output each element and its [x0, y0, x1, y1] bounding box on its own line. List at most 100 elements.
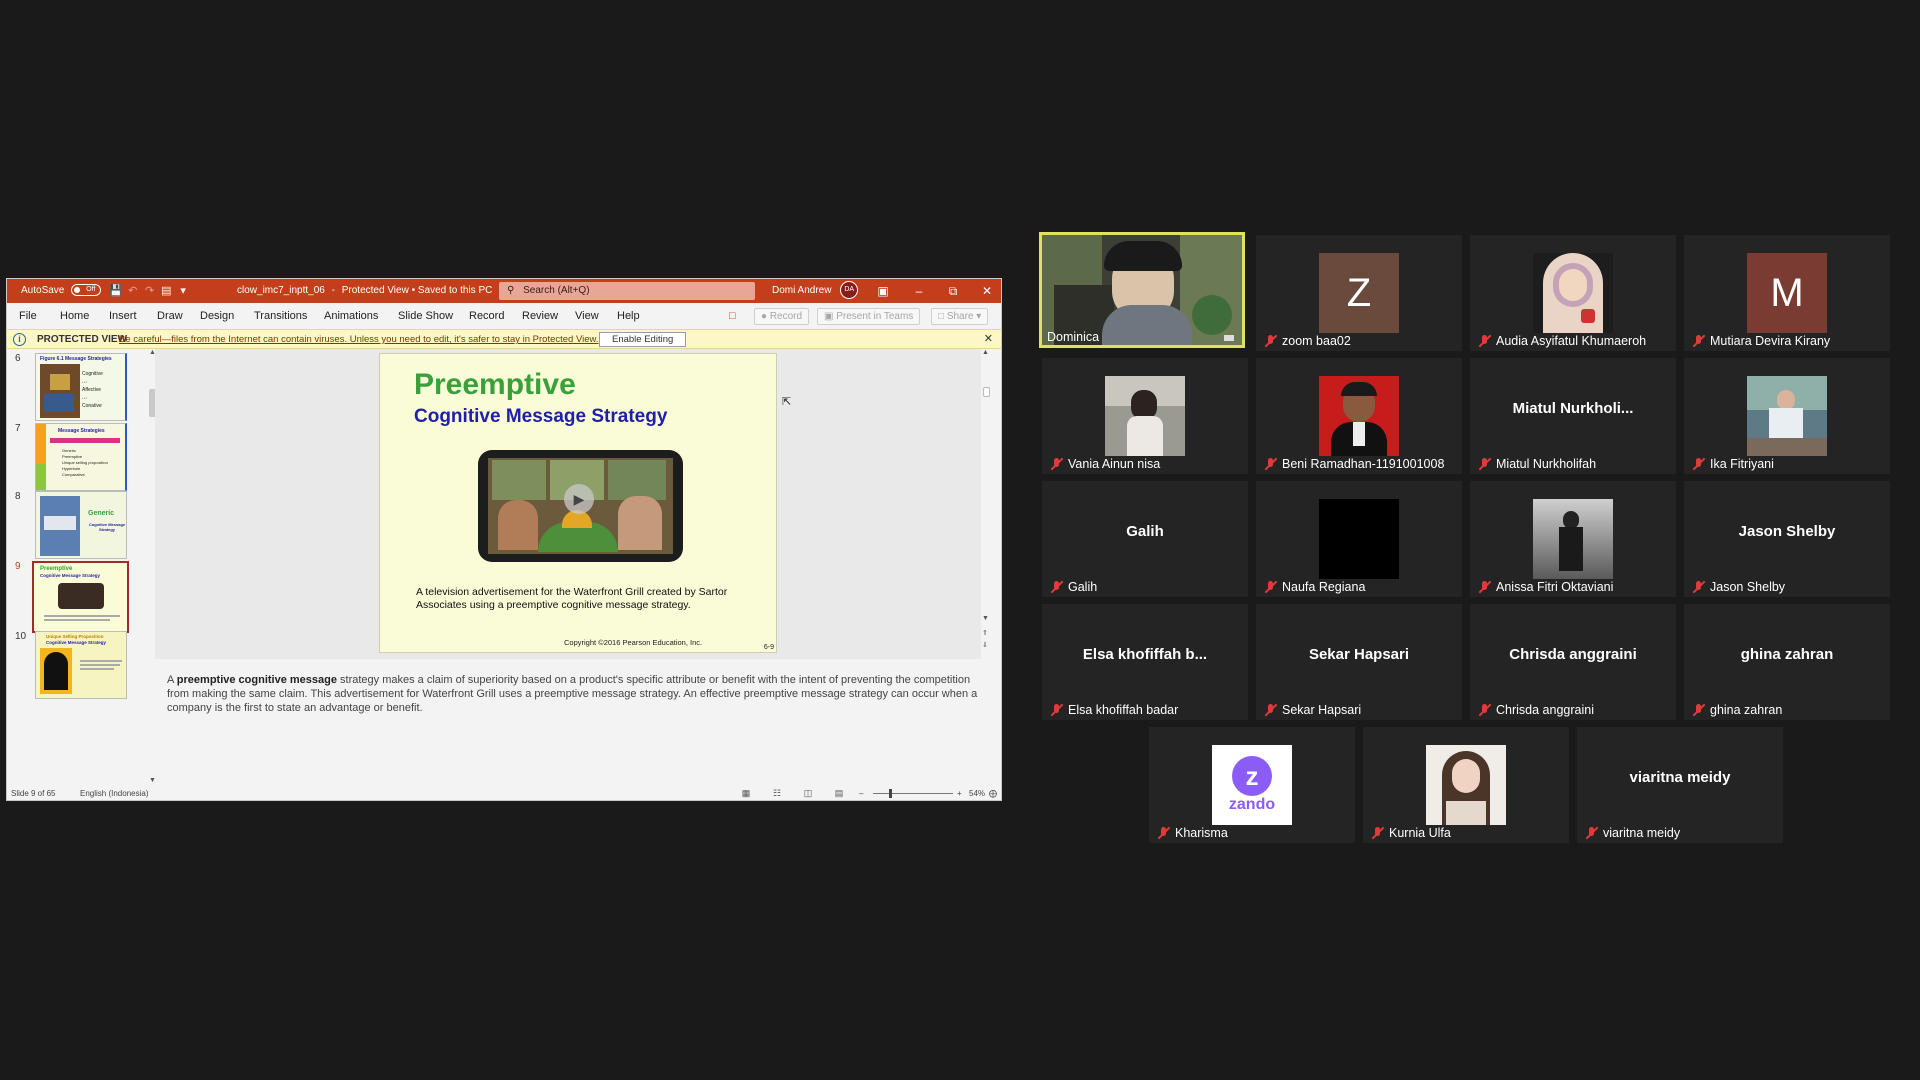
redo-icon[interactable]: ↷ — [143, 279, 157, 303]
fit-slide-icon[interactable]: ⨁ — [989, 785, 997, 800]
tab-insert[interactable]: Insert — [109, 303, 137, 329]
search-box[interactable]: ⚲ Search (Alt+Q) — [499, 282, 755, 300]
slide-sorter-icon[interactable]: ☷ — [770, 788, 784, 799]
slide-thumbnails-pane: 6 Figure 6.1 Message Strategies Cognitiv… — [7, 349, 157, 785]
tab-animations[interactable]: Animations — [324, 303, 378, 329]
enable-editing-button[interactable]: Enable Editing — [599, 332, 687, 347]
zoom-slider-knob[interactable] — [889, 789, 892, 798]
speaker-notes[interactable]: A preemptive cognitive message strategy … — [155, 667, 991, 785]
normal-view-icon[interactable]: ▦ — [739, 788, 753, 799]
participant-tile[interactable]: Z zoom baa02 — [1256, 235, 1462, 351]
mic-muted-icon — [1050, 457, 1064, 471]
tab-home[interactable]: Home — [60, 303, 89, 329]
participant-tile[interactable]: Anissa Fitri Oktaviani — [1470, 481, 1676, 597]
tab-transitions[interactable]: Transitions — [254, 303, 307, 329]
tab-draw[interactable]: Draw — [157, 303, 183, 329]
zoom-slider[interactable] — [873, 793, 953, 794]
participant-name: ghina zahran — [1692, 701, 1782, 718]
next-slide-icon[interactable]: ⇓ — [982, 641, 988, 649]
mic-muted-icon — [1264, 334, 1278, 348]
thumbnail-image: Preemptive Cognitive Message Strategy — [32, 561, 129, 633]
comments-icon[interactable]: □ — [729, 303, 736, 329]
thumbnail-image: Unique Selling Proposition Cognitive Mes… — [35, 631, 127, 699]
participant-tile[interactable]: Naufa Regiana — [1256, 481, 1462, 597]
participant-tile[interactable]: M Mutiara Devira Kirany — [1684, 235, 1890, 351]
participant-name: Ika Fitriyani — [1692, 455, 1774, 472]
present-in-teams-button[interactable]: ▣ Present in Teams — [817, 308, 921, 325]
participant-tile[interactable]: Jason Shelby Jason Shelby — [1684, 481, 1890, 597]
ribbon-display-icon[interactable]: ▣ — [867, 279, 899, 303]
title-bar: AutoSave Off 💾 ↶ ↷ ▤ ▾ clow_imc7_inptt_0… — [7, 279, 1001, 303]
participant-tile[interactable]: z zando Kharisma — [1149, 727, 1355, 843]
scroll-up-icon[interactable]: ▲ — [982, 349, 989, 356]
undo-icon[interactable]: ↶ — [126, 279, 140, 303]
save-icon[interactable]: 💾 — [109, 279, 123, 303]
slide-thumbnail[interactable]: 10 Unique Selling Proposition Cognitive … — [7, 631, 137, 703]
slide-thumbnail[interactable]: 6 Figure 6.1 Message Strategies Cognitiv… — [7, 353, 137, 425]
restore-icon[interactable]: ⧉ — [937, 279, 969, 303]
slide-thumbnail[interactable]: 7 Message Strategies Generic Preemptive … — [7, 423, 137, 495]
participant-tile[interactable]: ghina zahran ghina zahran — [1684, 604, 1890, 720]
participant-photo — [1533, 253, 1613, 333]
search-placeholder: Search (Alt+Q) — [523, 285, 590, 296]
minimize-icon[interactable]: – — [903, 279, 935, 303]
participant-tile[interactable]: Miatul Nurkholi... Miatul Nurkholifah — [1470, 358, 1676, 474]
zoom-out-icon[interactable]: – — [859, 785, 863, 800]
mouse-cursor-icon: ⇱ — [782, 396, 792, 408]
close-icon[interactable]: ✕ — [984, 330, 993, 349]
autosave-control[interactable]: AutoSave Off — [21, 279, 102, 303]
tab-design[interactable]: Design — [200, 303, 234, 329]
mic-muted-icon — [1264, 457, 1278, 471]
mic-muted-icon — [1264, 580, 1278, 594]
zoom-level[interactable]: 54% — [969, 785, 985, 800]
participant-tile[interactable]: Chrisda anggraini Chrisda anggraini — [1470, 604, 1676, 720]
participant-name: Jason Shelby — [1692, 578, 1785, 595]
account[interactable]: Domi Andrew DA — [772, 279, 859, 303]
participant-tile[interactable]: Audia Asyifatul Khumaeroh — [1470, 235, 1676, 351]
autosave-toggle[interactable]: Off — [71, 284, 102, 297]
language-indicator[interactable]: English (Indonesia) — [80, 785, 148, 800]
tab-view[interactable]: View — [575, 303, 599, 329]
tab-help[interactable]: Help — [617, 303, 640, 329]
record-button[interactable]: ● Record — [754, 308, 810, 325]
share-button[interactable]: □ Share ▾ — [931, 308, 989, 325]
participant-tile[interactable]: viaritna meidy viaritna meidy — [1577, 727, 1783, 843]
user-avatar[interactable]: DA — [840, 281, 859, 300]
close-icon[interactable]: ✕ — [971, 279, 1001, 303]
protected-view-message[interactable]: Be careful—files from the Internet can c… — [119, 330, 599, 349]
participant-tile[interactable]: Kurnia Ulfa — [1363, 727, 1569, 843]
slide-number: 10 — [15, 631, 27, 642]
tab-slide-show[interactable]: Slide Show — [398, 303, 453, 329]
slideshow-view-icon[interactable]: ▤ — [832, 788, 846, 799]
participant-tile[interactable]: Sekar Hapsari Sekar Hapsari — [1256, 604, 1462, 720]
slide-scrollbar[interactable]: ▲ ▼ ⇑ ⇓ — [981, 349, 991, 659]
participant-tile[interactable]: Galih Galih — [1042, 481, 1248, 597]
play-icon[interactable]: ▶ — [564, 484, 594, 514]
notes-bold-term: preemptive cognitive message — [176, 674, 337, 686]
tab-file[interactable]: File — [19, 303, 37, 329]
present-from-start-icon[interactable]: ▤ — [159, 279, 173, 303]
participant-tile[interactable]: Beni Ramadhan-1191001008 — [1256, 358, 1462, 474]
shield-icon: i — [13, 333, 26, 346]
customize-toolbar-icon[interactable]: ▾ — [176, 279, 190, 303]
previous-slide-icon[interactable]: ⇑ — [982, 629, 988, 637]
participant-tile[interactable]: Ika Fitriyani — [1684, 358, 1890, 474]
tab-review[interactable]: Review — [522, 303, 558, 329]
reading-view-icon[interactable]: ◫ — [801, 788, 815, 799]
participant-tile[interactable]: Vania Ainun nisa — [1042, 358, 1248, 474]
participant-name: Vania Ainun nisa — [1050, 455, 1160, 472]
slide-thumbnail-selected[interactable]: 9 Preemptive Cognitive Message Strategy — [7, 561, 137, 633]
scroll-down-icon[interactable]: ▼ — [982, 615, 989, 622]
current-slide[interactable]: Preemptive Cognitive Message Strategy ▶ … — [379, 353, 777, 653]
slide-thumbnail[interactable]: 8 Generic Cognitive Message Strategy — [7, 491, 137, 563]
video-placeholder[interactable]: ▶ — [478, 450, 683, 562]
participant-name: Mutiara Devira Kirany — [1692, 332, 1830, 349]
participant-photo — [1747, 376, 1827, 456]
participant-tile-active[interactable]: Dominica — [1039, 232, 1245, 348]
participant-photo — [1105, 376, 1185, 456]
slide-number: 7 — [15, 423, 21, 434]
zoom-in-icon[interactable]: + — [957, 785, 962, 800]
participant-tile[interactable]: Elsa khofiffah b... Elsa khofiffah badar — [1042, 604, 1248, 720]
scroll-thumb[interactable] — [983, 387, 990, 397]
tab-record[interactable]: Record — [469, 303, 504, 329]
